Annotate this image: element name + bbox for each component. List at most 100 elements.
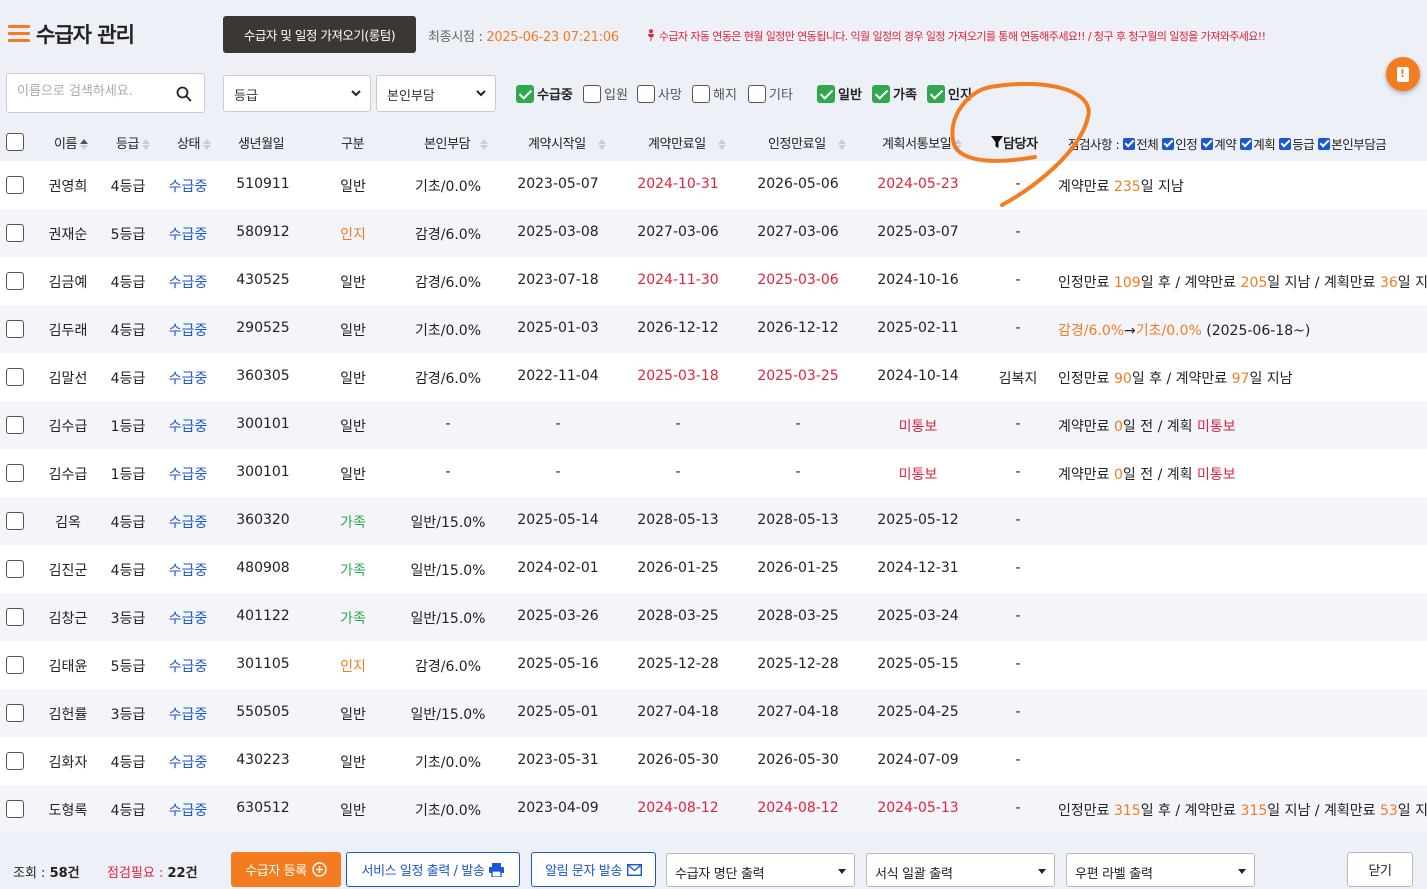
table-row[interactable]: 김화자 4등급 수급중 430223 일반 기초/0.0% 2023-05-31 2026-0… xyxy=(0,737,1427,785)
col-plan-notice[interactable]: 계획서통보일 xyxy=(882,133,963,152)
row-checkbox[interactable] xyxy=(6,752,24,770)
row-checkbox[interactable] xyxy=(6,320,24,338)
col-name[interactable]: 이름 xyxy=(54,133,89,152)
cell-name[interactable]: 도형록 xyxy=(49,800,88,820)
cell-name[interactable]: 김수급 xyxy=(49,416,88,436)
table-row[interactable]: 김수급 1등급 수급중 300101 일반 - - - - 미통보 - 계약만료 0일 전 / 계획 … xyxy=(0,449,1427,497)
table-row[interactable]: 김옥 4등급 수급중 360320 가족 일반/15.0% 2025-05-14 2028-0… xyxy=(0,497,1427,545)
table-row[interactable]: 김헌률 3등급 수급중 550505 일반 일반/15.0% 2025-05-01 2027-… xyxy=(0,689,1427,737)
col-status[interactable]: 상태 xyxy=(177,133,212,152)
form-batch-print-select[interactable]: 서식 일괄 출력 xyxy=(866,853,1055,887)
filter-checkbox-2[interactable]: 사망 xyxy=(637,84,682,103)
table-row[interactable]: 김태윤 5등급 수급중 301105 인지 감경/6.0% 2025-05-16 2025-1… xyxy=(0,641,1427,689)
table-row[interactable]: 김수급 1등급 수급중 300101 일반 - - - - 미통보 - 계약만료 0일 전 / 계획 … xyxy=(0,401,1427,449)
roster-print-select[interactable]: 수급자 명단 출력 xyxy=(666,853,855,887)
cell-name[interactable]: 김진군 xyxy=(49,560,88,580)
register-recipient-button[interactable]: 수급자 등록 xyxy=(231,852,341,887)
checkbox-checked[interactable] xyxy=(1240,137,1253,150)
filter-checkbox-5[interactable]: 일반 xyxy=(817,84,862,103)
checkbox-checked[interactable] xyxy=(1318,137,1331,150)
table-row[interactable]: 김금예 4등급 수급중 430525 일반 감경/6.0% 2023-07-18 2024-1… xyxy=(0,257,1427,305)
row-checkbox[interactable] xyxy=(6,368,24,386)
checkbox-checked[interactable] xyxy=(872,84,890,103)
cell-name[interactable]: 김수급 xyxy=(49,464,88,484)
cell-name[interactable]: 김옥 xyxy=(55,512,81,532)
select-all-checkbox[interactable] xyxy=(6,133,24,151)
table-row[interactable]: 김두래 4등급 수급중 290525 일반 기초/0.0% 2025-01-03 2026-1… xyxy=(0,305,1427,353)
row-checkbox[interactable] xyxy=(6,800,24,818)
cell-name[interactable]: 김화자 xyxy=(49,752,88,772)
col-cert-end[interactable]: 인정만료일 xyxy=(768,133,846,152)
service-schedule-print-button[interactable]: 서비스 일정 출력 / 발송 xyxy=(346,852,520,887)
notification-sms-button[interactable]: 알림 문자 발송 xyxy=(531,852,656,887)
help-book-icon[interactable] xyxy=(1386,57,1420,91)
search-input[interactable] xyxy=(17,84,167,99)
table-row[interactable]: 권재순 5등급 수급중 580912 인지 감경/6.0% 2025-03-08 2027-0… xyxy=(0,209,1427,257)
checkbox-checked[interactable] xyxy=(1201,137,1214,150)
cell-name[interactable]: 김헌률 xyxy=(49,704,88,724)
row-checkbox[interactable] xyxy=(6,224,24,242)
checkbox-checked[interactable] xyxy=(817,84,835,103)
row-checkbox[interactable] xyxy=(6,464,24,482)
cell-type: 인지 xyxy=(340,659,366,675)
inspect-option-1[interactable]: 인정 xyxy=(1158,134,1198,153)
col-grade[interactable]: 등급 xyxy=(116,133,151,152)
cell-name[interactable]: 권재순 xyxy=(49,224,88,244)
row-checkbox[interactable] xyxy=(6,176,24,194)
checkbox[interactable] xyxy=(692,84,710,103)
cell-name[interactable]: 김태윤 xyxy=(49,656,88,676)
row-checkbox[interactable] xyxy=(6,512,24,530)
row-checkbox[interactable] xyxy=(6,656,24,674)
filter-icon[interactable] xyxy=(991,136,1003,149)
filter-checkbox-6[interactable]: 가족 xyxy=(872,84,917,103)
checkbox-checked[interactable] xyxy=(1279,137,1292,150)
cell-type: 일반 xyxy=(340,275,366,291)
col-contract-start[interactable]: 계약시작일 xyxy=(528,133,606,152)
cell-name[interactable]: 김금예 xyxy=(49,272,88,292)
inspect-option-0[interactable]: 전체 xyxy=(1119,134,1159,153)
inspect-option-4[interactable]: 등급 xyxy=(1275,134,1315,153)
checkbox[interactable] xyxy=(637,84,655,103)
filter-checkbox-0[interactable]: 수급중 xyxy=(516,84,573,103)
table-row[interactable]: 김말선 4등급 수급중 360305 일반 감경/6.0% 2022-11-04 2025-0… xyxy=(0,353,1427,401)
row-checkbox[interactable] xyxy=(6,272,24,290)
col-contract-end[interactable]: 계약만료일 xyxy=(648,133,726,152)
import-schedule-button[interactable]: 수급자 및 일정 가져오기(롱텀) xyxy=(223,16,416,53)
row-checkbox[interactable] xyxy=(6,704,24,722)
table-row[interactable]: 김진군 4등급 수급중 480908 가족 일반/15.0% 2024-02-01 2026-… xyxy=(0,545,1427,593)
mail-label-print-select[interactable]: 우편 라벨 출력 xyxy=(1066,853,1255,887)
row-checkbox[interactable] xyxy=(6,560,24,578)
checkbox-checked[interactable] xyxy=(1123,137,1136,150)
filter-checkbox-1[interactable]: 입원 xyxy=(583,84,628,103)
table-row[interactable]: 김창근 3등급 수급중 401122 가족 일반/15.0% 2025-03-26 2028-… xyxy=(0,593,1427,641)
inspect-option-5[interactable]: 본인부담금 xyxy=(1314,134,1387,153)
inspect-option-3[interactable]: 계획 xyxy=(1236,134,1276,153)
checkbox-checked[interactable] xyxy=(1162,137,1175,150)
note-segment: 인정만료 xyxy=(1058,275,1114,291)
close-button[interactable]: 닫기 xyxy=(1347,852,1413,887)
row-checkbox[interactable] xyxy=(6,416,24,434)
cell-name[interactable]: 김두래 xyxy=(49,320,88,340)
cell-type: 일반 xyxy=(340,323,366,339)
cell-name[interactable]: 김말선 xyxy=(49,368,88,388)
checkbox[interactable] xyxy=(583,84,601,103)
table-row[interactable]: 권영희 4등급 수급중 510911 일반 기초/0.0% 2023-05-07 2024-1… xyxy=(0,161,1427,209)
cell-name[interactable]: 권영희 xyxy=(49,176,88,196)
row-checkbox[interactable] xyxy=(6,608,24,626)
cell-status: 수급중 xyxy=(168,755,208,771)
hamburger-menu-icon[interactable] xyxy=(8,25,30,43)
table-row[interactable]: 도형록 4등급 수급중 630512 일반 기초/0.0% 2023-04-09 2024-0… xyxy=(0,785,1427,833)
filter-checkbox-4[interactable]: 기타 xyxy=(748,84,793,103)
col-copay[interactable]: 본인부담 xyxy=(424,133,489,152)
col-manager[interactable]: 담당자 xyxy=(991,133,1038,152)
filter-checkbox-7[interactable]: 인지 xyxy=(927,84,972,103)
cell-name[interactable]: 김창근 xyxy=(49,608,88,628)
checkbox-checked[interactable] xyxy=(927,84,945,103)
copay-select[interactable]: 본인부담 xyxy=(376,75,496,112)
checkbox[interactable] xyxy=(748,84,766,103)
search-icon[interactable] xyxy=(176,86,192,102)
inspect-option-2[interactable]: 계약 xyxy=(1197,134,1237,153)
filter-checkbox-3[interactable]: 해지 xyxy=(692,84,737,103)
grade-select[interactable]: 등급 xyxy=(223,75,371,112)
checkbox-checked[interactable] xyxy=(516,84,534,103)
